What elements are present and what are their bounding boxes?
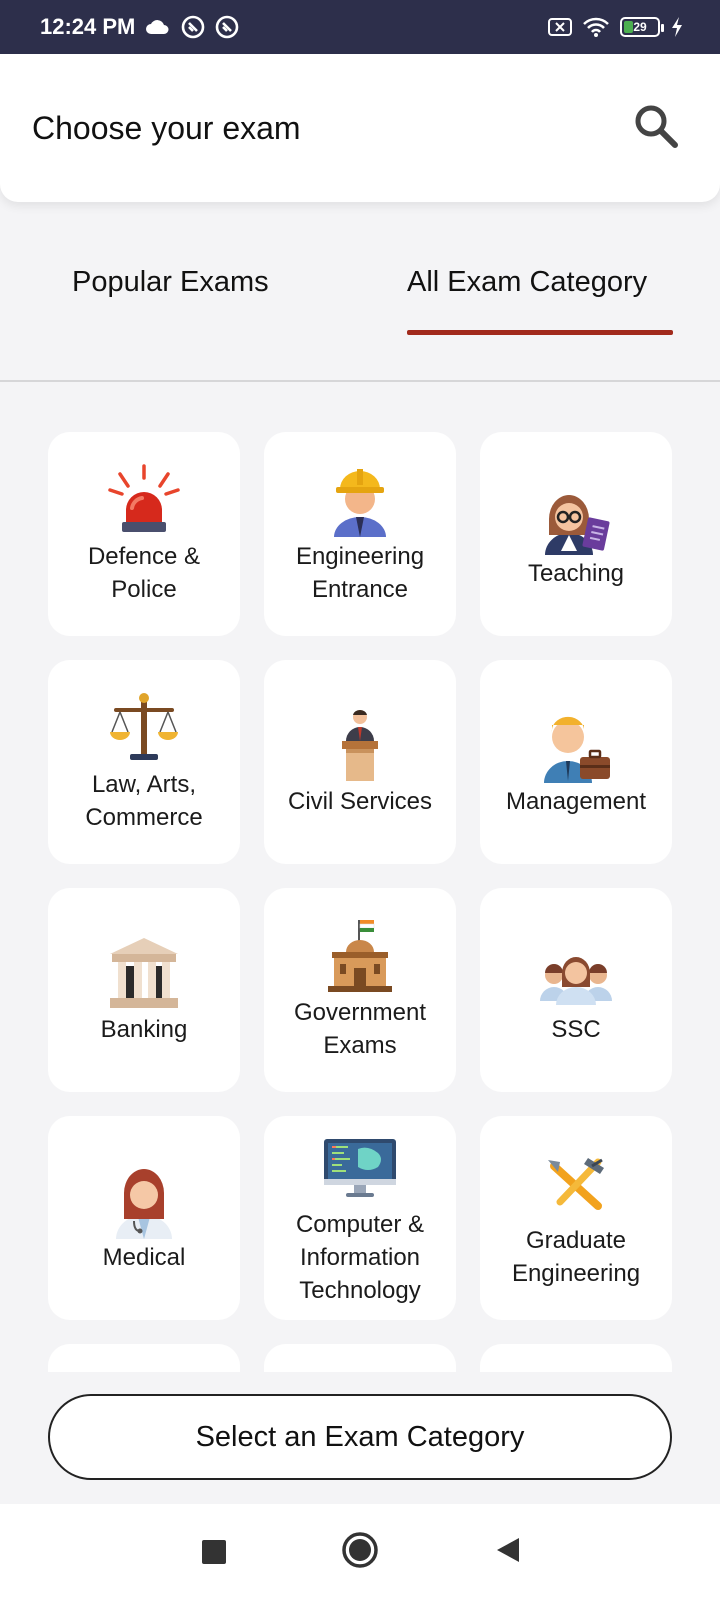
tools-icon <box>536 1146 616 1222</box>
notification-app-icon <box>215 15 239 39</box>
category-card-banking[interactable]: Banking <box>48 888 240 1092</box>
doctor-icon <box>104 1163 184 1239</box>
category-card-teaching[interactable]: Teaching <box>480 432 672 636</box>
recent-apps-icon[interactable] <box>194 1532 234 1572</box>
category-card-law-arts-commerce[interactable]: Law, Arts, Commerce <box>48 660 240 864</box>
category-label: Banking <box>100 1015 188 1043</box>
category-label: SSC <box>551 1015 601 1043</box>
people-group-icon <box>536 935 616 1011</box>
category-card-defence-police[interactable]: Defence & Police <box>48 432 240 636</box>
search-icon <box>632 102 680 154</box>
category-label: Defence & Police <box>87 543 201 603</box>
category-grid: Defence & Police Engineering Entrance Te… <box>48 432 672 1320</box>
category-card-graduate-engineering[interactable]: Graduate Engineering <box>480 1116 672 1320</box>
home-icon[interactable] <box>338 1528 382 1572</box>
cloud-icon <box>145 18 171 36</box>
exam-tabs: Popular Exams All Exam Category <box>0 230 720 382</box>
engineer-hardhat-icon <box>320 462 400 538</box>
status-bar: 12:24 PM 29 <box>0 0 720 54</box>
category-label: Management <box>505 787 647 815</box>
category-card-engineering-entrance[interactable]: Engineering Entrance <box>264 432 456 636</box>
category-label: Computer & Information Technology <box>295 1210 425 1304</box>
category-card-government-exams[interactable]: Government Exams <box>264 888 456 1092</box>
manager-briefcase-icon <box>536 707 616 783</box>
partial-card[interactable] <box>264 1344 456 1372</box>
system-nav-bar <box>0 1504 720 1600</box>
notification-app-icon <box>181 15 205 39</box>
scales-icon <box>104 690 184 766</box>
select-exam-category-button[interactable]: Select an Exam Category <box>48 1394 672 1480</box>
page-title: Choose your exam <box>32 109 301 146</box>
bank-building-icon <box>104 935 184 1011</box>
category-card-medical[interactable]: Medical <box>48 1116 240 1320</box>
category-label: Medical <box>102 1243 186 1271</box>
teacher-icon <box>536 479 616 555</box>
category-label: Law, Arts, Commerce <box>85 771 203 831</box>
wifi-icon <box>582 16 610 38</box>
search-button[interactable] <box>628 100 684 156</box>
category-label: Teaching <box>527 559 625 587</box>
category-label: Civil Services <box>287 787 433 815</box>
partial-card[interactable] <box>480 1344 672 1372</box>
charging-icon <box>670 16 684 38</box>
category-label: Government Exams <box>293 999 427 1059</box>
podium-speaker-icon <box>320 707 400 783</box>
category-card-civil-services[interactable]: Civil Services <box>264 660 456 864</box>
category-card-computer-it[interactable]: Computer & Information Technology <box>264 1116 456 1320</box>
government-building-icon <box>320 918 400 994</box>
partial-card[interactable] <box>48 1344 240 1372</box>
computer-monitor-icon <box>320 1130 400 1206</box>
battery-icon: 29 <box>620 17 664 37</box>
category-card-ssc[interactable]: SSC <box>480 888 672 1092</box>
category-card-management[interactable]: Management <box>480 660 672 864</box>
category-label: Graduate Engineering <box>511 1227 641 1287</box>
status-time: 12:24 PM <box>40 14 136 39</box>
partial-row <box>48 1344 672 1372</box>
battery-level: 29 <box>633 20 647 34</box>
active-tab-indicator <box>407 330 673 335</box>
header: Choose your exam <box>0 54 720 202</box>
siren-icon <box>104 462 184 538</box>
screen-record-icon <box>548 17 572 37</box>
tab-popular-exams[interactable]: Popular Exams <box>72 266 269 299</box>
back-icon[interactable] <box>488 1530 528 1570</box>
tab-all-exam-category[interactable]: All Exam Category <box>407 266 647 299</box>
category-label: Engineering Entrance <box>295 543 425 603</box>
